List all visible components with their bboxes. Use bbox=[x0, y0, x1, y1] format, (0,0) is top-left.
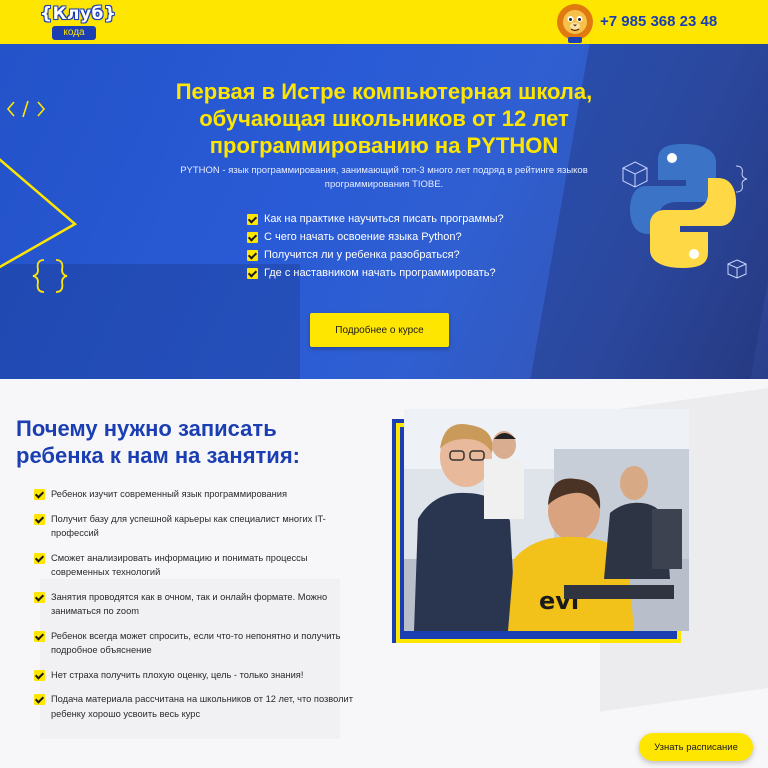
reason-line: Подача материала рассчитана на школьнико… bbox=[51, 694, 353, 704]
checkbox-icon bbox=[34, 513, 45, 525]
checklist-item: С чего начать освоение языка Python? bbox=[247, 228, 504, 246]
reason-line: заниматься по zoom bbox=[51, 606, 140, 616]
checkbox-icon bbox=[34, 669, 45, 681]
reason-text: Подача материала рассчитана на школьнико… bbox=[51, 692, 353, 721]
checkbox-icon bbox=[34, 694, 45, 705]
reason-line: подробное объяснение bbox=[51, 645, 152, 655]
reason-item: Сможет анализировать информацию и понима… bbox=[34, 551, 374, 580]
phone-number[interactable]: +7 985 368 23 48 bbox=[600, 13, 717, 30]
reason-item: Получит базу для успешной карьеры как сп… bbox=[34, 512, 374, 541]
checkbox-icon bbox=[34, 489, 45, 500]
reason-line: Занятия проводятся как в очном, так и он… bbox=[51, 591, 328, 602]
logo-title: {Клуб} bbox=[40, 4, 117, 24]
checkbox-icon bbox=[247, 249, 258, 261]
why-title-line: ребенка к нам на занятия: bbox=[16, 443, 300, 468]
python-logo-icon bbox=[630, 144, 736, 268]
hero-section: Первая в Истре компьютерная школа, обуча… bbox=[0, 44, 768, 379]
students-photo-frame: evi bbox=[392, 409, 690, 645]
checkbox-icon bbox=[34, 591, 45, 603]
reason-text: Сможет анализировать информацию и понима… bbox=[51, 551, 308, 580]
reason-line: Нет страха получить плохую оценку, цель … bbox=[51, 669, 304, 680]
checklist-item: Где с наставником начать программировать… bbox=[247, 264, 504, 282]
checkbox-icon bbox=[34, 552, 45, 564]
checklist-text: Где с наставником начать программировать… bbox=[264, 267, 496, 279]
reason-text: Ребенок всегда может спросить, если что-… bbox=[51, 629, 341, 658]
why-title-line: Почему нужно записать bbox=[16, 416, 277, 441]
checklist-item: Как на практике научиться писать програм… bbox=[247, 210, 504, 228]
reason-line: Сможет анализировать информацию и понима… bbox=[51, 552, 308, 563]
checkbox-icon bbox=[247, 231, 258, 243]
reason-line: профессий bbox=[51, 528, 99, 538]
club-logo[interactable]: {Клуб} кода bbox=[40, 4, 117, 42]
checklist-text: Получится ли у ребенка разобраться? bbox=[264, 249, 460, 261]
reason-text: Нет страха получить плохую оценку, цель … bbox=[51, 668, 303, 683]
reason-line: Ребенок всегда может спросить, если что-… bbox=[51, 630, 341, 641]
reason-line: современных технологий bbox=[51, 567, 161, 577]
why-title: Почему нужно записать ребенка к нам на з… bbox=[16, 415, 356, 469]
schedule-button[interactable]: Узнать расписание bbox=[639, 733, 753, 761]
checkbox-icon bbox=[34, 630, 45, 642]
hero-subtitle-line: PYTHON - язык программирования, занимающ… bbox=[180, 165, 588, 176]
hero-title: Первая в Истре компьютерная школа, обуча… bbox=[120, 78, 648, 159]
reason-item: Подача материала рассчитана на школьнико… bbox=[34, 692, 374, 721]
reason-text: Занятия проводятся как в очном, так и он… bbox=[51, 590, 327, 619]
checkbox-icon bbox=[247, 267, 258, 279]
hero-checklist: Как на практике научиться писать програм… bbox=[247, 210, 504, 282]
reason-line: Ребенок изучит современный язык программ… bbox=[51, 489, 287, 499]
checklist-text: Как на практике научиться писать програм… bbox=[264, 213, 504, 225]
hero-title-line: Первая в Истре компьютерная школа, bbox=[175, 79, 593, 104]
why-section: Почему нужно записать ребенка к нам на з… bbox=[0, 379, 768, 768]
site-header: {Клуб} кода +7 985 368 23 48 bbox=[0, 0, 768, 44]
lion-mascot-icon bbox=[557, 4, 593, 43]
reason-item: Ребенок изучит современный язык программ… bbox=[34, 487, 374, 502]
reasons-list: Ребенок изучит современный язык программ… bbox=[34, 487, 374, 731]
reason-item: Нет страха получить плохую оценку, цель … bbox=[34, 668, 374, 683]
hero-subtitle-line: программирования TIOBE. bbox=[324, 179, 444, 190]
logo-subtitle: кода bbox=[52, 26, 96, 40]
checklist-item: Получится ли у ребенка разобраться? bbox=[247, 246, 504, 264]
checklist-text: С чего начать освоение языка Python? bbox=[264, 231, 462, 243]
checkbox-icon bbox=[247, 213, 258, 225]
reason-line: Получит базу для успешной карьеры как сп… bbox=[51, 513, 326, 524]
reason-item: Занятия проводятся как в очном, так и он… bbox=[34, 590, 374, 619]
hero-title-line: обучающая школьников от 12 лет bbox=[199, 106, 569, 131]
reason-text: Ребенок изучит современный язык программ… bbox=[51, 487, 287, 502]
reason-line: ребенку хорошо усвоить весь курс bbox=[51, 708, 201, 719]
code-brackets-icon bbox=[6, 100, 46, 118]
hero-title-line: программированию на PYTHON bbox=[209, 133, 559, 158]
course-details-button[interactable]: Подробнее о курсе bbox=[310, 313, 449, 347]
curly-braces-icon bbox=[32, 259, 68, 293]
students-photo: evi bbox=[404, 409, 689, 631]
hero-subtitle: PYTHON - язык программирования, занимающ… bbox=[160, 164, 608, 192]
reason-item: Ребенок всегда может спросить, если что-… bbox=[34, 629, 374, 658]
reason-text: Получит базу для успешной карьеры как сп… bbox=[51, 512, 326, 541]
